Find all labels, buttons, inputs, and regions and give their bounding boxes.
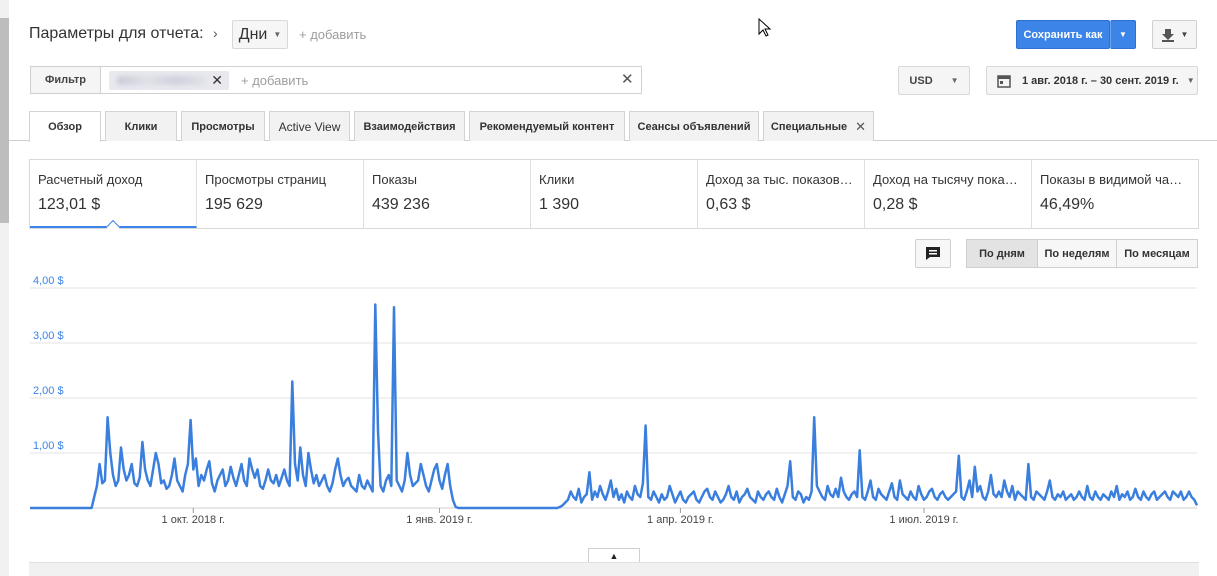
calendar-icon [997, 74, 1011, 88]
y-tick-label: 3,00 $ [33, 330, 64, 342]
scrollbar-thumb[interactable] [0, 18, 9, 223]
metric-label: Клики [539, 172, 575, 187]
tab-interactions[interactable]: Взаимодействия [354, 111, 465, 141]
tab-label: Просмотры [191, 120, 255, 133]
filter-label: Фильтр [30, 66, 101, 94]
currency-value: USD [909, 74, 933, 87]
metric-value: 195 629 [205, 196, 263, 213]
metric-value: 123,01 $ [38, 196, 101, 213]
metric-clicks[interactable]: Клики 1 390 [531, 160, 698, 228]
metric-value: 1 390 [539, 196, 580, 213]
metric-label: Показы [372, 172, 417, 187]
granularity-day-button[interactable]: По дням [966, 239, 1038, 268]
tab-ad-sessions[interactable]: Сеансы объявлений [629, 111, 759, 141]
download-icon [1161, 28, 1174, 42]
metric-label: Доход на тысячу пока… [873, 172, 1018, 187]
metric-value: 46,49% [1040, 196, 1095, 213]
granularity-month-button[interactable]: По месяцам [1116, 239, 1198, 268]
metric-estimated-revenue[interactable]: Расчетный доход 123,01 $ [30, 160, 197, 235]
report-tabs: Обзор Клики Просмотры Active View Взаимо… [9, 109, 1217, 142]
filter-input-box[interactable]: ✕ + добавить ✕ [100, 66, 642, 94]
caret-down-icon: ▼ [273, 30, 282, 39]
filter-chip[interactable]: ✕ [109, 71, 229, 90]
x-tick-label: 1 окт. 2018 г. [162, 514, 225, 526]
tab-overview[interactable]: Обзор [29, 111, 101, 142]
tab-label: Специальные [770, 120, 848, 133]
metric-value: 0,63 $ [706, 196, 751, 213]
tab-custom[interactable]: Специальные ✕ [763, 111, 874, 141]
selected-indicator [105, 219, 121, 235]
tab-label: Взаимодействия [363, 120, 456, 133]
filter-chip-value-redacted [117, 76, 207, 85]
close-icon[interactable]: ✕ [211, 72, 223, 89]
download-button[interactable]: ▼ [1152, 20, 1197, 49]
add-filter-link[interactable]: + добавить [241, 73, 308, 88]
mouse-cursor-icon [758, 18, 772, 37]
y-tick-label: 1,00 $ [33, 440, 64, 452]
y-tick-label: 2,00 $ [33, 385, 64, 397]
report-params-title: Параметры для отчета: [29, 25, 204, 42]
chevron-right-icon: › [213, 25, 218, 41]
caret-up-icon: ▲ [609, 551, 619, 561]
save-options-button[interactable]: ▼ [1110, 20, 1136, 49]
metric-impression-rpm[interactable]: Доход за тыс. показов… 0,63 $ [698, 160, 865, 228]
metric-viewability[interactable]: Показы в видимой ча… 46,49% [1032, 160, 1198, 228]
annotations-button[interactable] [915, 239, 951, 268]
revenue-series-line [30, 303, 1199, 510]
y-tick-label: 4,00 $ [33, 275, 64, 287]
tab-label: Active View [278, 119, 341, 134]
clear-filter-icon[interactable]: ✕ [621, 70, 634, 88]
comment-icon [926, 247, 940, 260]
metric-label: Просмотры страниц [205, 172, 327, 187]
granularity-week-button[interactable]: По неделям [1037, 239, 1117, 268]
table-header-bar [29, 562, 1199, 576]
add-dimension-link[interactable]: + добавить [299, 27, 366, 42]
currency-dropdown[interactable]: USD ▼ [898, 66, 970, 95]
metric-pageviews[interactable]: Просмотры страниц 195 629 [197, 160, 364, 228]
caret-down-icon: ▼ [1119, 30, 1127, 39]
metric-page-rpm[interactable]: Доход на тысячу пока… 0,28 $ [865, 160, 1032, 228]
save-as-button[interactable]: Сохранить как [1016, 20, 1110, 49]
x-tick-label: 1 янв. 2019 г. [406, 514, 472, 526]
caret-down-icon: ▼ [1180, 30, 1189, 39]
close-icon[interactable]: ✕ [855, 119, 866, 135]
tab-label: Клики [124, 120, 158, 133]
x-tick-label: 1 июл. 2019 г. [889, 514, 958, 526]
revenue-line-chart: 1,00 $ 2,00 $ 3,00 $ 4,00 $ 1 окт. 2018 г. 1… [30, 275, 1199, 526]
x-tick-label: 1 апр. 2019 г. [647, 514, 714, 526]
tab-pageviews[interactable]: Просмотры [181, 111, 265, 141]
tab-active-view[interactable]: Active View [269, 111, 350, 141]
period-dropdown[interactable]: Дни ▼ [232, 20, 288, 49]
date-range-picker[interactable]: 1 авг. 2018 г. – 30 сент. 2019 г. ▼ [986, 66, 1198, 95]
tab-recommended-content[interactable]: Рекомендуемый контент [469, 111, 625, 141]
metric-value: 439 236 [372, 196, 430, 213]
tab-label: Рекомендуемый контент [479, 120, 615, 133]
tab-clicks[interactable]: Клики [105, 111, 177, 141]
tab-label: Обзор [48, 121, 82, 133]
period-value: Дни [238, 25, 268, 43]
caret-down-icon: ▼ [1186, 76, 1195, 85]
metric-impressions[interactable]: Показы 439 236 [364, 160, 531, 228]
metric-label: Расчетный доход [38, 172, 143, 187]
metric-value: 0,28 $ [873, 196, 918, 213]
caret-down-icon: ▼ [950, 76, 959, 85]
metric-label: Показы в видимой ча… [1040, 172, 1183, 187]
metric-label: Доход за тыс. показов… [706, 172, 853, 187]
date-range-value: 1 авг. 2018 г. – 30 сент. 2019 г. [1022, 74, 1179, 87]
metrics-panel: Расчетный доход 123,01 $ Просмотры стран… [29, 159, 1199, 235]
tab-label: Сеансы объявлений [637, 120, 751, 133]
